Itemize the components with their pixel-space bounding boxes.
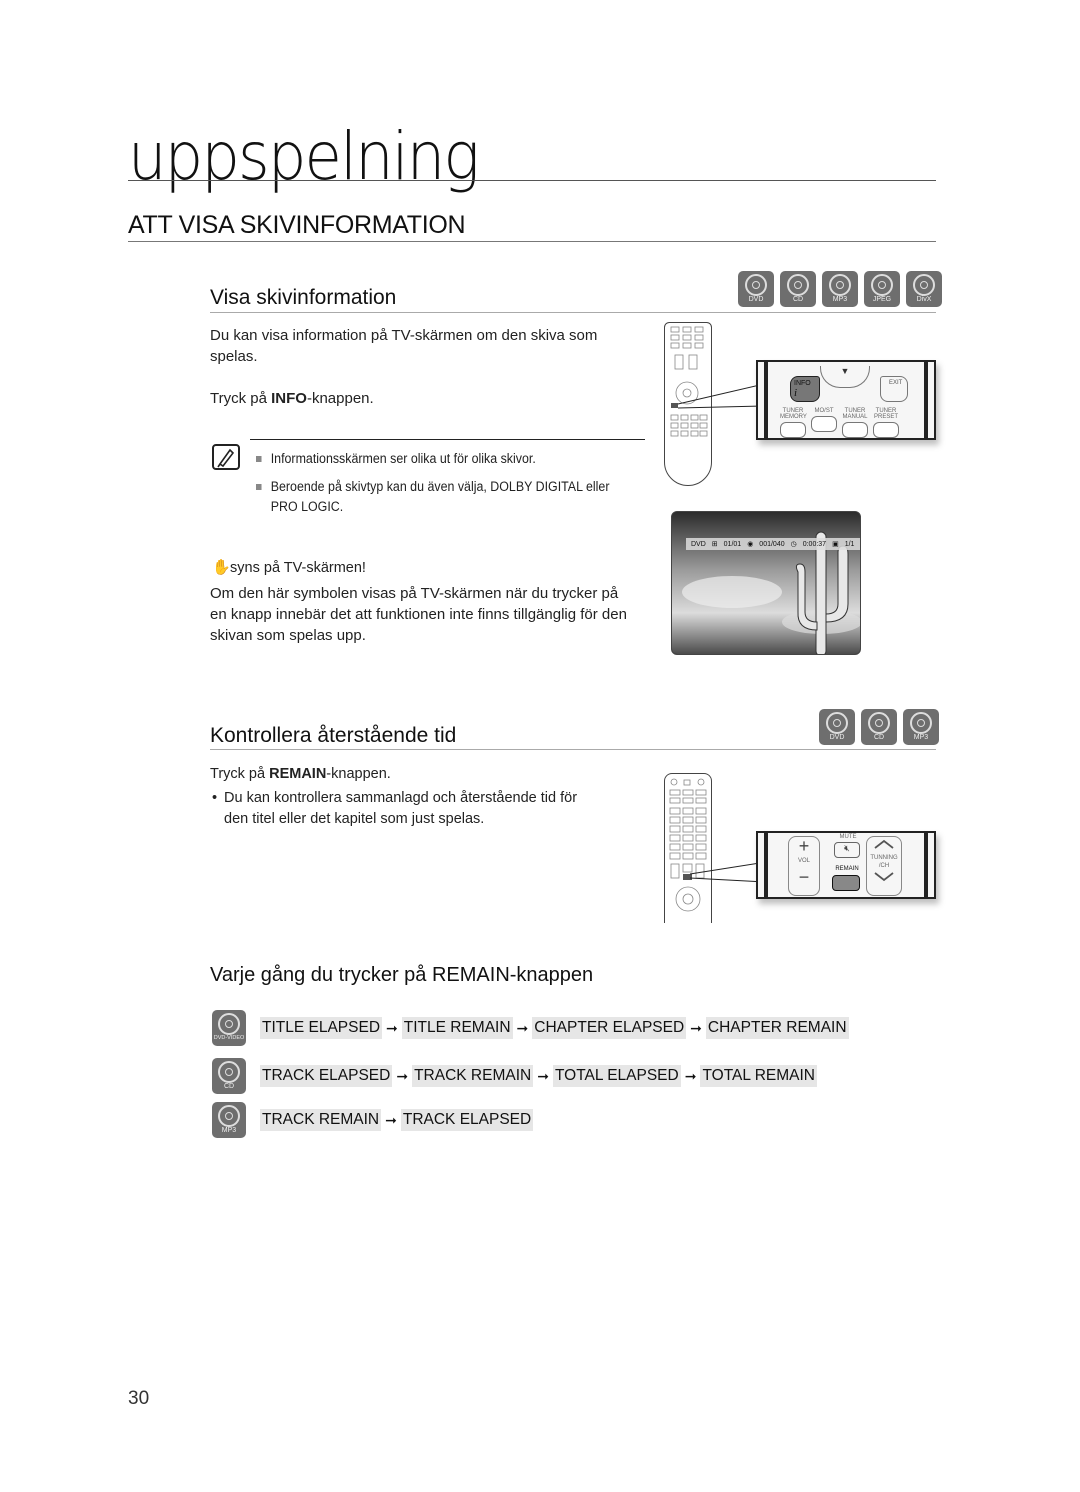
cycle-step: CHAPTER REMAIN <box>705 1017 849 1039</box>
note-icon <box>212 444 240 470</box>
chapter-icon: ◉ <box>747 541 754 548</box>
note-rule <box>250 439 645 440</box>
dvd-disc-icon: DVD <box>819 709 855 745</box>
tuner-memory-button <box>780 422 806 438</box>
arrow-icon: ➞ <box>386 1019 398 1036</box>
hand-note-text: Om den här symbolen visas på TV-skärmen … <box>210 585 627 644</box>
info-button-name: INFO <box>271 390 307 407</box>
remain-heading: Kontrollera återstående tid <box>210 724 457 747</box>
divx-disc-icon: DivX <box>906 271 942 307</box>
chapter-title: uppspelning <box>128 118 480 195</box>
remain-button <box>832 875 860 891</box>
mo-st-button <box>811 416 837 432</box>
cycle-step: CHAPTER ELAPSED <box>532 1017 687 1039</box>
cycle-heading: Varje gång du trycker på REMAIN-knappen <box>210 964 594 986</box>
remain-disc-icons: DVD CD MP3 <box>819 709 939 745</box>
chapter-rule <box>128 180 936 181</box>
note-item: Informationsskärmen ser olika ut för oli… <box>256 449 642 469</box>
cycle-step: TRACK ELAPSED <box>400 1109 534 1131</box>
cd-disc-icon: CD <box>780 271 816 307</box>
remote-callout-lines <box>677 383 765 409</box>
hand-icon: ✋ <box>212 559 231 576</box>
tv-osd-bar: DVD ⊞01/01 ◉001/040 ◷0:00:37 ▣1/1 ▶ <box>686 538 861 550</box>
mute-button: 🔇︎ <box>834 842 860 858</box>
tuner-manual-button <box>842 422 868 438</box>
cycle-step: TRACK ELAPSED <box>260 1065 393 1087</box>
channel-rocker: TUNNING /CH <box>866 836 902 896</box>
visa-intro: Du kan visa information på TV-skärmen om… <box>210 327 598 365</box>
remain-bullet: • Du kan kontrollera sammanlagd och åters… <box>212 790 578 827</box>
tv-screen-illustration: DVD ⊞01/01 ◉001/040 ◷0:00:37 ▣1/1 ▶ <box>671 511 861 655</box>
tuner-preset-button <box>873 422 899 438</box>
remain-button-name: REMAIN <box>269 766 327 782</box>
visa-press-instruction: Tryck på INFO-knappen. <box>210 390 374 407</box>
info-button: INFO i <box>790 376 820 402</box>
exit-button: EXIT <box>880 376 908 402</box>
remain-rule <box>210 749 936 750</box>
camera-angle-icon: ▣ <box>832 541 839 548</box>
remain-button-zoom: + VOL − MUTE 🔇︎ REMAIN TUNNING /CH <box>756 831 936 899</box>
arrow-icon: ➞ <box>684 1067 697 1084</box>
cycle-step: TOTAL REMAIN <box>700 1065 817 1087</box>
cycle-row-mp3: MP3 TRACK REMAIN ➞ TRACK ELAPSED <box>212 1102 534 1138</box>
dvd-disc-icon: DVD <box>738 271 774 307</box>
visa-heading: Visa skivinformation <box>210 286 397 309</box>
cycle-row-cd: CD TRACK ELAPSED ➞ TRACK REMAIN ➞ TOTAL EL… <box>212 1058 817 1094</box>
cycle-step: TITLE REMAIN <box>401 1017 513 1039</box>
arrow-icon: ➞ <box>396 1067 409 1084</box>
arrow-icon: ➞ <box>516 1019 529 1036</box>
volume-rocker: + VOL − <box>788 836 820 896</box>
info-button-zoom: INFO i ▼ EXIT TUNER MEMORY MO/ST TUNER MA… <box>756 360 936 440</box>
visa-rule <box>210 312 936 313</box>
mp3-disc-icon: MP3 <box>212 1102 246 1138</box>
remain-press-instruction: Tryck på REMAIN-knappen. <box>210 766 391 782</box>
note-item: Beroende på skivtyp kan du även välja, D… <box>256 477 642 497</box>
cycle-row-dvd: DVD-VIDEO TITLE ELAPSED ➞ TITLE REMAIN ➞ C… <box>212 1010 849 1046</box>
note-item-cont: PRO LOGIC. <box>270 499 344 514</box>
mp3-disc-icon: MP3 <box>822 271 858 307</box>
play-icon: ▶ <box>860 540 861 548</box>
hand-note-title: ✋ syns på TV-skärmen! <box>212 559 366 576</box>
cycle-step: TRACK REMAIN <box>412 1065 534 1087</box>
section-rule <box>128 241 936 242</box>
note-list: Informationsskärmen ser olika ut för oli… <box>256 449 642 517</box>
clock-icon: ◷ <box>790 541 797 548</box>
mp3-disc-icon: MP3 <box>903 709 939 745</box>
dvd-video-disc-icon: DVD-VIDEO <box>212 1010 246 1046</box>
cd-disc-icon: CD <box>861 709 897 745</box>
nav-down-button: ▼ <box>820 366 870 388</box>
jpeg-disc-icon: JPEG <box>864 271 900 307</box>
cycle-step: TRACK REMAIN <box>260 1109 382 1131</box>
title-icon: ⊞ <box>711 541 718 548</box>
cd-disc-icon: CD <box>212 1058 246 1094</box>
section-title: ATT VISA SKIVINFORMATION <box>128 211 466 239</box>
visa-disc-icons: DVD CD MP3 JPEG DivX <box>738 271 942 307</box>
arrow-icon: ➞ <box>690 1019 702 1036</box>
page-number: 30 <box>128 1388 150 1409</box>
cycle-step: TITLE ELAPSED <box>260 1017 383 1039</box>
arrow-icon: ➞ <box>385 1111 397 1128</box>
cycle-step: TOTAL ELAPSED <box>552 1065 681 1087</box>
remote-control-illustration-2 <box>664 773 712 923</box>
arrow-icon: ➞ <box>537 1067 549 1084</box>
